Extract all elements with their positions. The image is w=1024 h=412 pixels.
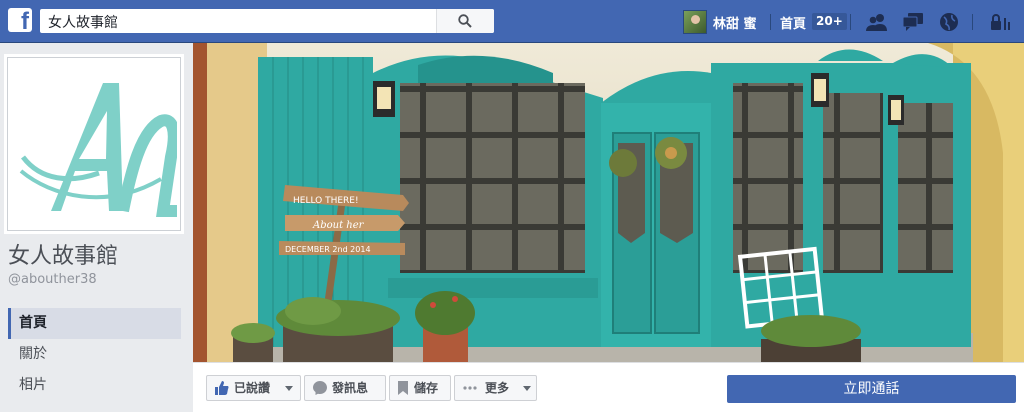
- more-button-label: 更多: [485, 381, 510, 395]
- chevron-down-icon: [523, 386, 531, 391]
- avatar: [683, 10, 707, 34]
- profile-letter: A: [11, 61, 12, 62]
- save-button-label: 儲存: [414, 381, 439, 395]
- nav-item-about[interactable]: 關於: [8, 339, 181, 370]
- call-now-button[interactable]: 立即通話: [727, 375, 1016, 403]
- search-icon: [458, 14, 472, 28]
- search-box[interactable]: 女人故事館: [40, 9, 494, 33]
- page-nav: 首頁 關於 相片: [8, 308, 181, 401]
- facebook-logo-icon[interactable]: f: [8, 8, 32, 34]
- home-notification-count: 20+: [812, 13, 847, 30]
- page-handle[interactable]: @abouther38: [8, 272, 97, 287]
- more-button[interactable]: 更多: [454, 375, 537, 401]
- chevron-down-icon: [285, 386, 293, 391]
- cover-photo[interactable]: HELLO THERE! About her DECEMBER 2nd 2014: [193, 43, 1024, 362]
- privacy-lock-icon[interactable]: [988, 12, 1010, 32]
- nav-item-photos[interactable]: 相片: [8, 370, 181, 401]
- profile-picture[interactable]: A: [7, 57, 181, 231]
- search-button[interactable]: [436, 9, 494, 33]
- messenger-icon: [313, 381, 327, 395]
- liked-button[interactable]: 已說讚: [206, 375, 301, 401]
- divider: [770, 14, 771, 30]
- page-title: 女人故事館: [8, 244, 119, 269]
- more-dots-icon: [463, 386, 477, 390]
- sign-line-1: HELLO THERE!: [293, 196, 359, 206]
- home-link[interactable]: 首頁: [780, 13, 806, 32]
- page-action-bar: 已說讚 發訊息 儲存 更多 立即通話: [193, 362, 1024, 412]
- save-button[interactable]: 儲存: [389, 375, 451, 401]
- page-left-column: A 女人故事館 @abouther38 首頁 關於 相片: [0, 43, 193, 412]
- divider: [972, 14, 973, 30]
- top-navigation-bar: f 女人故事館 林甜 蜜 首頁 20+: [0, 0, 1024, 43]
- sign-line-3: DECEMBER 2nd 2014: [285, 245, 371, 254]
- send-message-label: 發訊息: [332, 381, 369, 395]
- liked-button-label: 已說讚: [234, 381, 271, 395]
- abouther-logo-icon: A: [11, 59, 180, 217]
- notifications-globe-icon[interactable]: [938, 12, 960, 32]
- send-message-button[interactable]: 發訊息: [304, 375, 386, 401]
- divider: [850, 14, 851, 30]
- search-input[interactable]: 女人故事館: [48, 12, 118, 32]
- thumbs-up-icon: [215, 381, 229, 395]
- friends-icon[interactable]: [866, 12, 888, 32]
- nav-item-home[interactable]: 首頁: [8, 308, 181, 339]
- profile-logo: A: [11, 59, 180, 227]
- messages-icon[interactable]: [902, 12, 924, 32]
- cover-photo-image: HELLO THERE! About her DECEMBER 2nd 2014: [193, 43, 1024, 362]
- sign-line-2: About her: [312, 220, 365, 231]
- user-name: 林甜 蜜: [713, 17, 757, 32]
- bookmark-icon: [398, 381, 408, 395]
